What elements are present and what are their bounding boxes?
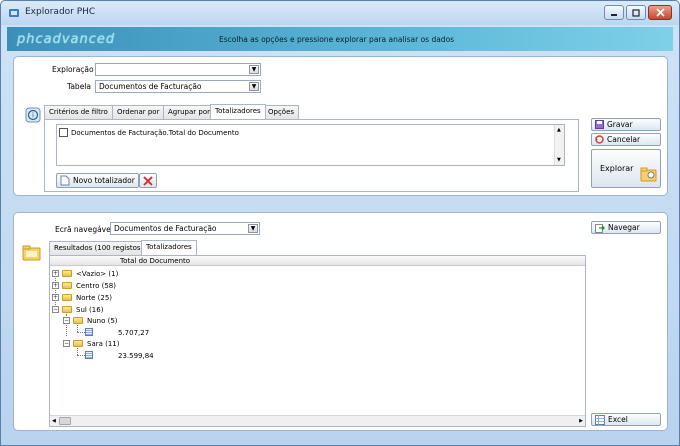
column-header-row: Total do Documento (50, 256, 585, 266)
document-icon (85, 351, 93, 359)
navegar-button[interactable]: Navegar (591, 221, 661, 234)
list-item[interactable]: Documentos de Facturação.Total do Docume… (59, 128, 239, 137)
collapse-icon[interactable]: − (63, 317, 70, 324)
tree-node-norte[interactable]: Norte (25) (76, 294, 112, 302)
totalizer-list: Documentos de Facturação.Total do Docume… (56, 124, 565, 166)
scroll-up-icon[interactable]: ▲ (557, 127, 561, 133)
delete-icon (143, 175, 153, 186)
chevron-down-icon[interactable]: ▼ (249, 82, 259, 91)
close-icon (655, 8, 665, 17)
excel-button[interactable]: Excel (591, 413, 661, 426)
delete-totalizer-button[interactable] (139, 173, 157, 188)
totalizadores-tab-body: Documentos de Facturação.Total do Docume… (44, 119, 579, 192)
novo-totalizador-button[interactable]: Novo totalizador (56, 173, 139, 188)
tree-value-sara: 23.599,84 (118, 352, 154, 360)
chevron-down-icon[interactable]: ▼ (249, 65, 259, 74)
tree-node-centro[interactable]: Centro (58) (76, 282, 116, 290)
tree-node-vazio[interactable]: <Vazio> (1) (76, 270, 118, 278)
app-window: Explorador PHC phcadvanced Escolha as op… (0, 0, 680, 446)
expand-icon[interactable]: + (52, 270, 59, 277)
tab-resultados[interactable]: Resultados (100 registos) (49, 241, 149, 255)
scroll-left-icon[interactable]: ◀ (52, 418, 56, 424)
cancelar-button[interactable]: Cancelar (591, 133, 661, 146)
title-bar: Explorador PHC (1, 1, 679, 25)
tabela-label: Tabela (67, 82, 91, 91)
gravar-button[interactable]: Gravar (591, 118, 661, 131)
expand-icon[interactable]: + (52, 294, 59, 301)
tab-totalizadores-results[interactable]: Totalizadores (141, 240, 197, 255)
save-icon (595, 120, 604, 129)
folder-icon (62, 282, 72, 289)
horizontal-scrollbar[interactable]: ◀ ▶ (50, 415, 585, 426)
tab-opcoes[interactable]: Opções (263, 105, 300, 119)
column-header: Total do Documento (120, 257, 191, 265)
folder-icon (62, 294, 72, 301)
window-title: Explorador PHC (25, 7, 96, 17)
scrollbar[interactable]: ▲ ▼ (554, 125, 564, 165)
ecra-navegavel-label: Ecrã navegável (55, 225, 113, 234)
collapse-icon[interactable]: − (63, 340, 70, 347)
tree-node-nuno[interactable]: Nuno (5) (87, 317, 118, 325)
tabela-select[interactable]: Documentos de Facturação ▼ (95, 80, 261, 93)
folder-open-icon (73, 317, 83, 324)
folder-icon (62, 270, 72, 277)
document-icon (85, 328, 93, 336)
close-button[interactable] (648, 5, 672, 20)
maximize-button[interactable] (626, 5, 646, 20)
folder-open-icon (62, 306, 72, 313)
scroll-down-icon[interactable]: ▼ (557, 157, 561, 163)
totalizers-tree-view: Total do Documento + <Vazio> (1) + Centr… (49, 255, 586, 427)
maximize-icon (632, 8, 640, 17)
minimize-icon (611, 13, 617, 16)
tab-criterios[interactable]: Critérios de filtro (44, 105, 113, 119)
totalizer-item-label: Documentos de Facturação.Total do Docume… (71, 128, 239, 137)
spreadsheet-icon (595, 414, 605, 425)
tab-totalizadores[interactable]: Totalizadores (210, 104, 266, 119)
tree-node-sul[interactable]: Sul (16) (76, 306, 103, 314)
chevron-down-icon[interactable]: ▼ (248, 224, 258, 233)
ecra-navegavel-value: Documentos de Facturação (114, 224, 217, 233)
explorar-button[interactable]: Explorar (591, 149, 661, 188)
tab-agrupar[interactable]: Agrupar por (163, 105, 215, 119)
ecra-navegavel-select[interactable]: Documentos de Facturação ▼ (110, 222, 260, 235)
scroll-right-icon[interactable]: ▶ (579, 418, 583, 424)
folder-open-icon (73, 340, 83, 347)
phc-logo: phcadvanced (17, 32, 116, 47)
exploracao-label: Exploração (52, 65, 94, 74)
scrollbar-thumb[interactable] (59, 417, 71, 425)
navigate-icon (595, 223, 605, 233)
exploration-options-panel: Exploração ▼ Tabela Documentos de Factur… (13, 56, 668, 196)
exploracao-select[interactable]: ▼ (95, 63, 261, 76)
undo-icon (595, 135, 604, 144)
folder-search-icon (640, 167, 657, 182)
app-icon (9, 9, 19, 17)
tab-ordenar[interactable]: Ordenar por (112, 105, 165, 119)
folder-icon (22, 245, 41, 261)
collapse-icon[interactable]: − (52, 306, 59, 313)
checkbox[interactable] (59, 128, 68, 137)
svg-text:i: i (32, 112, 34, 120)
banner-instructions: Escolha as opções e pressione explorar p… (219, 35, 455, 44)
tree-node-sara[interactable]: Sara (11) (87, 340, 120, 348)
expand-icon[interactable]: + (52, 282, 59, 289)
results-panel: Ecrã navegável Documentos de Facturação … (13, 212, 668, 431)
tabela-value: Documentos de Facturação (99, 82, 202, 91)
info-icon: i (25, 107, 41, 123)
tree-value-nuno: 5.707,27 (118, 329, 150, 337)
header-banner: phcadvanced Escolha as opções e pression… (7, 27, 673, 51)
minimize-button[interactable] (604, 5, 624, 20)
new-document-icon (60, 175, 70, 186)
